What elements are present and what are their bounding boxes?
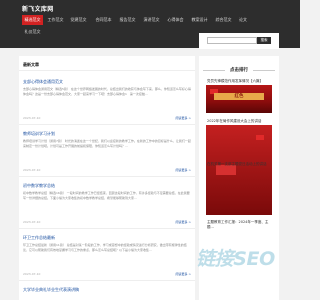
nav-item-general[interactable]: 综合范文 <box>213 15 234 25</box>
search-input[interactable] <box>207 37 257 44</box>
article-excerpt: 初中数学教学总结（精选16篇） 一段时间的教学工作已经结束，回顾这段时间的工作，… <box>23 191 190 200</box>
watermark-logo: 链接SEO <box>196 248 275 270</box>
divider <box>19 176 195 177</box>
article-date: 2023-07-10 <box>23 116 41 120</box>
nav-item-lesson[interactable]: 教案设计 <box>189 15 210 25</box>
ranking-item-title[interactable]: 主题教育工作汇报：2024年一季度、主题... <box>207 220 273 229</box>
article-item: 教师培训学习计划 教师培训学习计划（通用7篇） 时光的消逝在这一个世纪，我们以迎… <box>19 131 195 177</box>
article-date: 2023-07-10 <box>23 220 41 224</box>
nav-item-featured[interactable]: 精选范文 <box>22 15 43 25</box>
ranking-thumbnail[interactable] <box>206 125 272 215</box>
section-title: 最新文章 <box>23 62 39 67</box>
article-item: 大学毕业典礼毕业生代表演讲稿 <box>23 287 191 299</box>
main-content: 最新文章 支部心得体会通用范文 支部心得体会通用范文（精选5篇） 在这个世界网络… <box>19 56 195 300</box>
ranking-item[interactable]: 在机关第一支部主题党日活动上的讲话 <box>207 162 273 167</box>
article-item: 初中数学教学总结 初中数学教学总结（精选16篇） 一段时间的教学工作已经结束，回… <box>19 183 195 229</box>
search-button[interactable]: 搜索 <box>257 37 271 44</box>
divider <box>19 280 195 281</box>
article-excerpt: 教师培训学习计划（通用7篇） 时光的消逝在这一个世纪，我们以迎接新的教学工作。在… <box>23 139 191 148</box>
ranking-item-title[interactable]: 党员先锋模范作用发挥情况【六篇】 <box>207 79 273 84</box>
ranking-thumbnail[interactable]: 红色 <box>206 85 272 113</box>
nav-item-contract[interactable]: 合同范本 <box>93 15 114 25</box>
nav-item-speech[interactable]: 演讲范文 <box>141 15 162 25</box>
article-date: 2023-07-10 <box>23 272 41 276</box>
nav-item-experience[interactable]: 心得体会 <box>165 15 186 25</box>
divider <box>253 70 275 71</box>
article-title[interactable]: 初中数学教学总结 <box>23 183 55 189</box>
read-more-link[interactable]: 阅读更多 > <box>176 272 191 276</box>
article-item: 环卫工作总结最新 环卫工作总结最新（通用11篇） 总结是对某一阶段的工作、学习或… <box>19 235 195 281</box>
read-more-link[interactable]: 阅读更多 > <box>176 168 191 172</box>
article-title[interactable]: 大学毕业典礼毕业生代表演讲稿 <box>23 287 79 293</box>
article-excerpt: 支部心得体会通用范文（精选5篇） 在这个世界网络发展的时代，总结出我们的收获与体… <box>23 87 191 96</box>
nav-item-party[interactable]: 党建范文 <box>68 15 89 25</box>
read-more-link[interactable]: 阅读更多 > <box>176 116 191 120</box>
ranking-item[interactable]: 2022年在局作风建设大会上的讲话 <box>207 119 273 124</box>
article-title[interactable]: 支部心得体会通用范文 <box>23 79 63 85</box>
read-more-link[interactable]: 阅读更多 > <box>176 220 191 224</box>
divider <box>19 70 195 71</box>
nav-item-etiquette[interactable]: 礼仪范文 <box>22 27 43 37</box>
article-date: 2023-07-10 <box>23 168 41 172</box>
article-title[interactable]: 环卫工作总结最新 <box>23 235 55 241</box>
ranking-item[interactable]: 党员先锋模范作用发挥情况【六篇】 <box>207 79 273 84</box>
nav-item-report[interactable]: 报告范文 <box>117 15 138 25</box>
ranking-item-title[interactable]: 在机关第一支部主题党日活动上的讲话 <box>207 162 273 167</box>
thumbnail-banner: 红色 <box>214 93 264 100</box>
nav-item-work[interactable]: 工作范文 <box>45 15 66 25</box>
ranking-item[interactable]: 主题教育工作汇报：2024年一季度、主题... <box>207 220 273 229</box>
search-bar: 搜索 <box>199 33 279 49</box>
site-logo[interactable]: 新飞文库网 <box>22 4 54 13</box>
divider <box>19 124 195 125</box>
flag-icon <box>256 135 264 140</box>
sidebar-header: 点击排行 <box>199 66 279 74</box>
divider <box>19 228 195 229</box>
article-excerpt: 环卫工作总结最新（通用11篇） 总结是对某一阶段的工作、学习或思想中的经验或情况… <box>23 243 187 252</box>
flag-icon <box>216 165 236 175</box>
article-title[interactable]: 教师培训学习计划 <box>23 131 55 137</box>
nav-item-thesis[interactable]: 论文 <box>236 15 250 25</box>
ranking-item-title[interactable]: 2022年在局作风建设大会上的讲话 <box>207 119 273 124</box>
article-item: 支部心得体会通用范文 支部心得体会通用范文（精选5篇） 在这个世界网络发展的时代… <box>19 79 195 125</box>
